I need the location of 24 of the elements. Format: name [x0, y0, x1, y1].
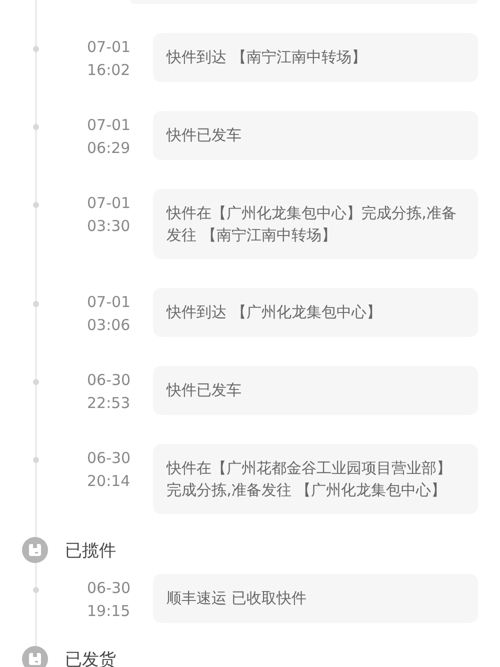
- package-icon: [22, 646, 48, 667]
- timestamp: 06-30 19:15: [87, 578, 131, 622]
- timestamp: 07-01 03:06: [87, 292, 131, 336]
- status-title: 已揽件: [65, 540, 116, 562]
- timeline-dot: [33, 457, 39, 463]
- event-card: 快件已发车: [152, 111, 478, 160]
- timeline-dot: [33, 46, 39, 52]
- timestamp: 07-01 06:29: [87, 115, 131, 159]
- package-icon: [22, 537, 48, 563]
- timestamp: 07-01 03:30: [87, 193, 131, 237]
- timeline-dot: [33, 379, 39, 385]
- event-card: 顺丰速运 已收取快件: [152, 574, 478, 623]
- timestamp: 07-01 16:02: [87, 37, 131, 81]
- event-card: 快件在【广州花都金谷工业园项目营业部】完成分拣,准备发往 【广州化龙集包中心】: [152, 444, 478, 514]
- timeline-dot: [33, 202, 39, 208]
- event-card: 快件到达 【南宁江南中转场】: [152, 33, 478, 82]
- timeline-dot: [33, 301, 39, 307]
- timeline-dot: [33, 587, 39, 593]
- timestamp: 06-30 22:53: [87, 370, 131, 414]
- event-card: 快件已发车: [152, 366, 478, 415]
- event-card: 快件在【广州化龙集包中心】完成分拣,准备发往 【南宁江南中转场】: [152, 189, 478, 259]
- timeline-dot: [33, 124, 39, 130]
- timestamp: 06-30 20:14: [87, 448, 131, 492]
- event-card: 快件到达 【广州化龙集包中心】: [152, 288, 478, 337]
